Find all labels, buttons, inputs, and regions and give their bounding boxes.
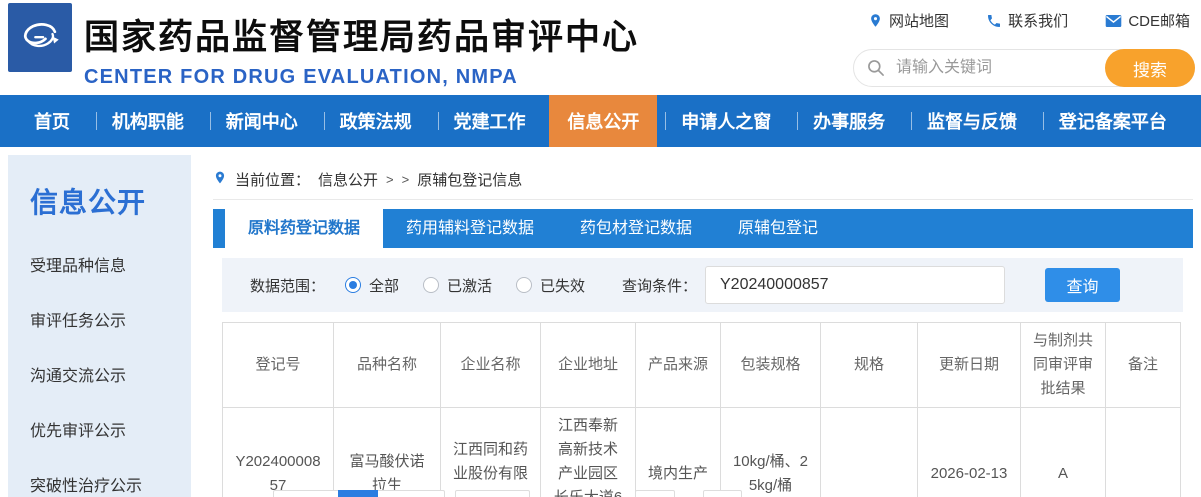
pagination-current-page[interactable] bbox=[338, 490, 378, 497]
radio-dot bbox=[516, 277, 532, 293]
nav-item-registration-platform[interactable]: 登记备案平台 bbox=[1041, 95, 1185, 147]
col-joint-review-result: 与制剂共同审评审批结果 bbox=[1021, 323, 1106, 408]
col-company-address: 企业地址 bbox=[541, 323, 636, 408]
sidebar-item-priority-review[interactable]: 优先审评公示 bbox=[30, 417, 191, 441]
site-logo[interactable] bbox=[8, 3, 72, 72]
pagination-button[interactable] bbox=[703, 490, 742, 497]
nav-item-functions[interactable]: 机构职能 bbox=[94, 95, 202, 147]
breadcrumb-prefix: 当前位置： bbox=[235, 169, 310, 190]
nav-item-applicant-window[interactable]: 申请人之窗 bbox=[663, 95, 789, 147]
mail-icon bbox=[1105, 14, 1122, 28]
cell-update-date: 2026-02-13 bbox=[918, 408, 1021, 497]
sidebar-item-review-tasks[interactable]: 审评任务公示 bbox=[30, 307, 191, 331]
cell-registration-no: Y20240000857 bbox=[223, 408, 334, 497]
cde-mail-label: CDE邮箱 bbox=[1128, 10, 1190, 31]
search-button[interactable]: 搜索 bbox=[1105, 49, 1195, 87]
sidebar-item-breakthrough-therapy[interactable]: 突破性治疗公示 bbox=[30, 472, 191, 496]
breadcrumb-separator: > bbox=[386, 172, 394, 187]
search-icon bbox=[866, 58, 886, 83]
table-row: Y20240000857 富马酸伏诺拉生 江西同和药业股份有限公司 江西奉新高新… bbox=[223, 408, 1181, 497]
nav-item-services[interactable]: 办事服务 bbox=[795, 95, 903, 147]
breadcrumb-section[interactable]: 信息公开 bbox=[318, 169, 378, 190]
cde-mail-link[interactable]: CDE邮箱 bbox=[1105, 10, 1190, 31]
sidebar: 信息公开 受理品种信息 审评任务公示 沟通交流公示 优先审评公示 突破性治疗公示… bbox=[8, 155, 191, 497]
col-variety-name: 品种名称 bbox=[334, 323, 441, 408]
radio-activated[interactable]: 已激活 bbox=[423, 275, 492, 296]
col-packaging-spec: 包装规格 bbox=[721, 323, 821, 408]
tab-raw-aux-pack-registration[interactable]: 原辅包登记 bbox=[715, 209, 841, 248]
cell-remarks bbox=[1106, 408, 1181, 497]
site-header: 国家药品监督管理局药品审评中心 CENTER FOR DRUG EVALUATI… bbox=[0, 0, 1201, 95]
query-condition-label: 查询条件： bbox=[622, 275, 697, 296]
radio-dot bbox=[345, 277, 361, 293]
radio-all-label: 全部 bbox=[369, 275, 399, 296]
radio-dot bbox=[423, 277, 439, 293]
breadcrumb-separator: > bbox=[402, 172, 410, 187]
filter-bar: 数据范围： 全部 已激活 已失效 查询条件： 查询 bbox=[222, 258, 1183, 312]
site-title-en: CENTER FOR DRUG EVALUATION, NMPA bbox=[84, 66, 639, 89]
tab-bar: 原料药登记数据 药用辅料登记数据 药包材登记数据 原辅包登记 bbox=[213, 209, 1193, 248]
nav-item-news[interactable]: 新闻中心 bbox=[208, 95, 316, 147]
cell-joint-review-result: A bbox=[1021, 408, 1106, 497]
map-pin-icon bbox=[868, 12, 883, 29]
radio-expired[interactable]: 已失效 bbox=[516, 275, 585, 296]
cell-company-address: 江西奉新高新技术产业园区长乐大道699号 bbox=[541, 408, 636, 497]
col-product-origin: 产品来源 bbox=[636, 323, 721, 408]
nav-item-supervision-feedback[interactable]: 监督与反馈 bbox=[909, 95, 1035, 147]
main-nav: 首页 机构职能 新闻中心 政策法规 党建工作 信息公开 申请人之窗 办事服务 监… bbox=[0, 95, 1201, 147]
col-company-name: 企业名称 bbox=[441, 323, 541, 408]
sitemap-link[interactable]: 网站地图 bbox=[868, 10, 949, 31]
breadcrumb-current: 原辅包登记信息 bbox=[417, 169, 522, 190]
cell-variety-name: 富马酸伏诺拉生 bbox=[334, 408, 441, 497]
pagination-group[interactable] bbox=[273, 490, 445, 497]
location-pin-icon bbox=[213, 169, 227, 190]
site-titles: 国家药品监督管理局药品审评中心 CENTER FOR DRUG EVALUATI… bbox=[84, 9, 639, 89]
tab-packaging-registration-data[interactable]: 药包材登记数据 bbox=[557, 209, 715, 248]
table-header-row: 登记号 品种名称 企业名称 企业地址 产品来源 包装规格 规格 更新日期 与制剂… bbox=[223, 323, 1181, 408]
data-scope-label: 数据范围： bbox=[250, 275, 325, 296]
site-title-cn: 国家药品监督管理局药品审评中心 bbox=[84, 9, 639, 60]
pagination-next-button[interactable] bbox=[455, 490, 530, 497]
sidebar-title: 信息公开 bbox=[30, 181, 191, 221]
sitemap-label: 网站地图 bbox=[889, 10, 949, 31]
phone-icon bbox=[986, 13, 1002, 29]
col-registration-no: 登记号 bbox=[223, 323, 334, 408]
sidebar-item-accepted-varieties[interactable]: 受理品种信息 bbox=[30, 252, 191, 276]
site-search: 搜索 bbox=[853, 49, 1195, 87]
cell-company-name: 江西同和药业股份有限公司 bbox=[441, 408, 541, 497]
radio-expired-label: 已失效 bbox=[540, 275, 585, 296]
col-spec: 规格 bbox=[821, 323, 918, 408]
nav-item-home[interactable]: 首页 bbox=[16, 95, 88, 147]
query-button[interactable]: 查询 bbox=[1045, 268, 1120, 302]
col-update-date: 更新日期 bbox=[918, 323, 1021, 408]
contact-label: 联系我们 bbox=[1008, 10, 1068, 31]
contact-link[interactable]: 联系我们 bbox=[986, 10, 1068, 31]
pagination-button[interactable] bbox=[635, 490, 675, 497]
breadcrumb: 当前位置： 信息公开 > > 原辅包登记信息 bbox=[213, 160, 1193, 200]
cell-product-origin: 境内生产 bbox=[636, 408, 721, 497]
radio-activated-label: 已激活 bbox=[447, 275, 492, 296]
nav-item-party-building[interactable]: 党建工作 bbox=[436, 95, 544, 147]
cell-spec bbox=[821, 408, 918, 497]
cell-packaging-spec: 10kg/桶、25kg/桶 bbox=[721, 408, 821, 497]
header-quick-links: 网站地图 联系我们 CDE邮箱 bbox=[868, 10, 1190, 31]
col-remarks: 备注 bbox=[1106, 323, 1181, 408]
radio-all[interactable]: 全部 bbox=[345, 275, 399, 296]
nav-item-policies[interactable]: 政策法规 bbox=[322, 95, 430, 147]
nav-item-info-disclosure[interactable]: 信息公开 bbox=[549, 95, 657, 147]
sidebar-item-communication[interactable]: 沟通交流公示 bbox=[30, 362, 191, 386]
tab-excipient-registration-data[interactable]: 药用辅料登记数据 bbox=[383, 209, 557, 248]
tab-api-registration-data[interactable]: 原料药登记数据 bbox=[225, 209, 383, 252]
query-input[interactable] bbox=[705, 266, 1005, 304]
registration-table: 登记号 品种名称 企业名称 企业地址 产品来源 包装规格 规格 更新日期 与制剂… bbox=[222, 322, 1181, 497]
